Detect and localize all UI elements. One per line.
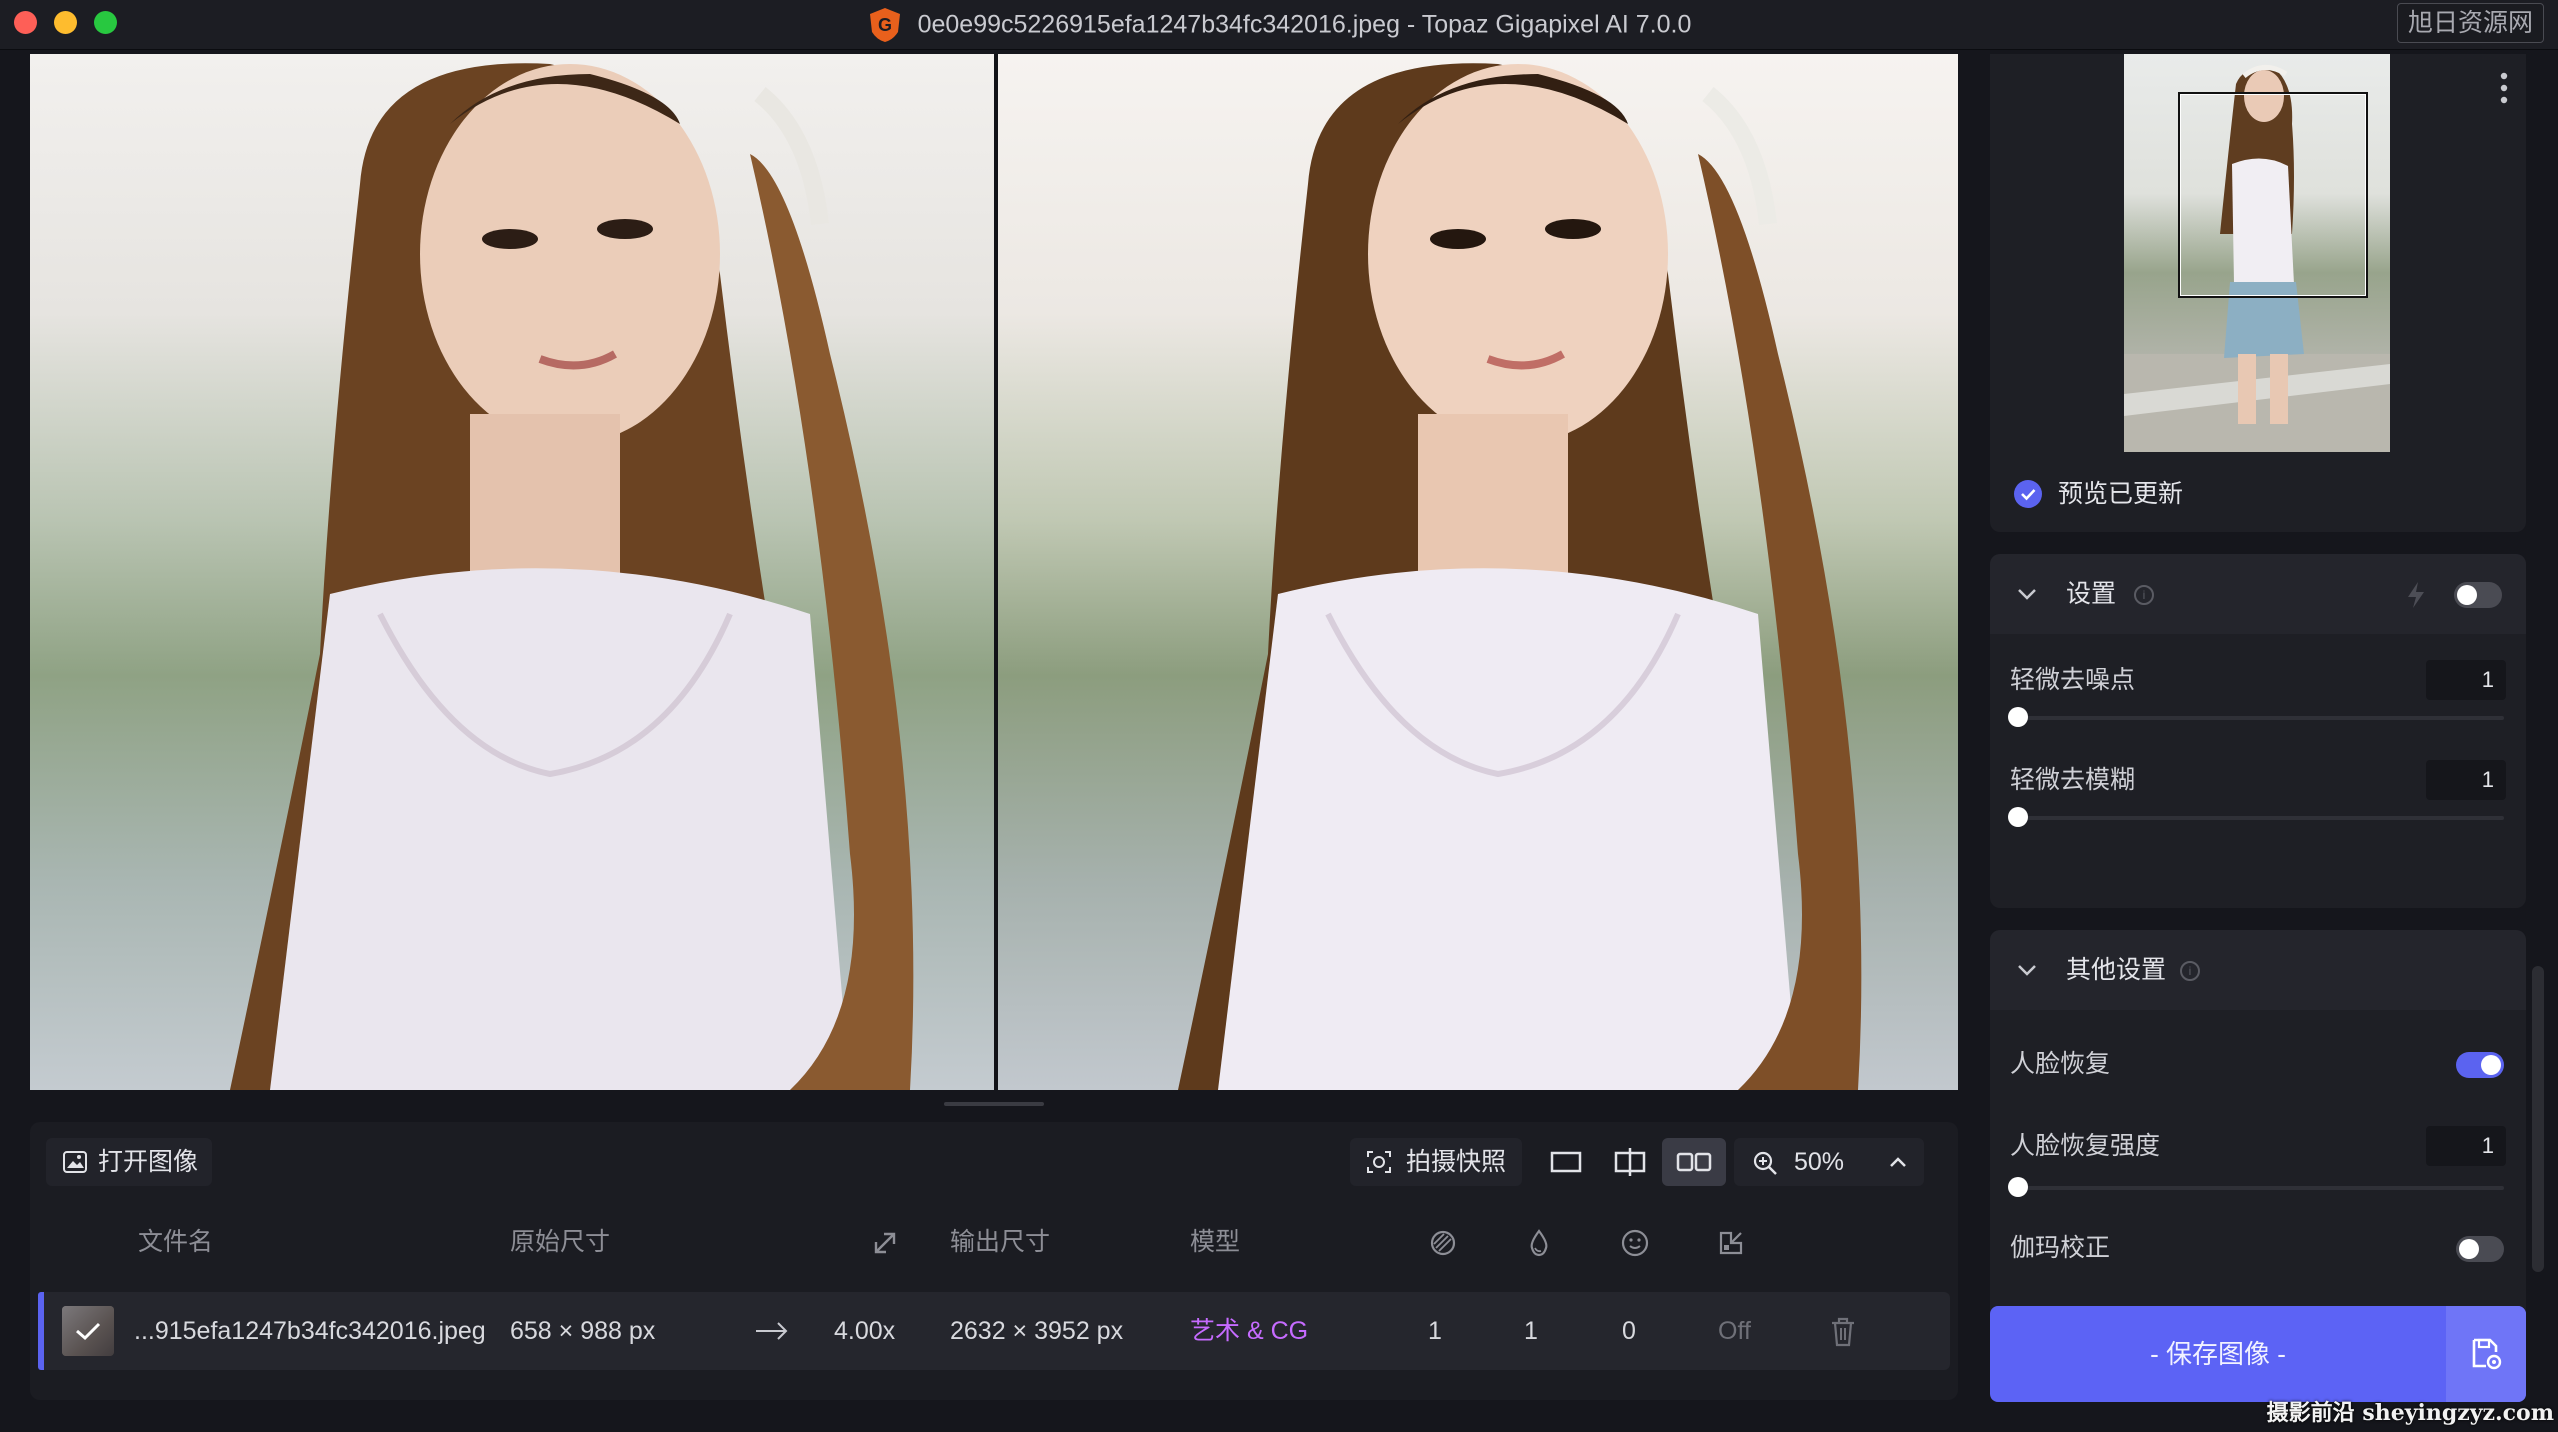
denoise-slider-thumb[interactable] xyxy=(2008,707,2028,727)
face-strength-slider-thumb[interactable] xyxy=(2008,1177,2028,1197)
preview-status-label: 预览已更新 xyxy=(2058,480,2184,508)
app-window: G 0e0e99c5226915efa1247b34fc342016.jpeg … xyxy=(0,0,2558,1432)
more-options-icon[interactable] xyxy=(2500,72,2508,104)
save-options-button[interactable] xyxy=(2446,1306,2526,1402)
row-denoise: 1 xyxy=(1428,1317,1442,1345)
chevron-up-icon[interactable] xyxy=(1888,1152,1908,1172)
gigapixel-app-icon: G xyxy=(869,8,900,42)
row-selected-indicator xyxy=(38,1292,44,1370)
open-image-label: 打开图像 xyxy=(98,1148,199,1176)
split-view-button[interactable] xyxy=(1598,1138,1662,1186)
settings-title: 设置 xyxy=(2066,580,2117,608)
image-icon xyxy=(63,1151,87,1173)
single-view-button[interactable] xyxy=(1534,1138,1598,1186)
face-recovery-label: 人脸恢复 xyxy=(2010,1050,2111,1078)
col-original-size-header: 原始尺寸 xyxy=(510,1228,611,1256)
row-scale: 4.00x xyxy=(834,1317,896,1345)
checkmark-icon xyxy=(76,1322,101,1341)
window-title-area: G 0e0e99c5226915efa1247b34fc342016.jpeg … xyxy=(0,6,2558,44)
deblur-label: 轻微去模糊 xyxy=(2010,766,2136,794)
scale-expand-icon xyxy=(874,1232,896,1254)
deblur-value-input[interactable]: 1 xyxy=(2426,760,2506,800)
chevron-down-icon[interactable] xyxy=(2016,584,2038,604)
color-adjust-icon xyxy=(1719,1231,1743,1255)
row-face: 0 xyxy=(1622,1317,1636,1345)
preview-status: 预览已更新 xyxy=(2014,474,2183,514)
other-settings-card: 其他设置 i 人脸恢复 人脸恢复强度 1 伽玛校正 xyxy=(1990,930,2526,1324)
row-gamma: Off xyxy=(1718,1317,1751,1345)
panel-resize-handle[interactable] xyxy=(944,1102,1044,1106)
col-model-header: 模型 xyxy=(1190,1228,1241,1256)
zoom-control[interactable]: 50% xyxy=(1734,1138,1924,1186)
watermark-text: 摄影前沿 sheyingzyz.com xyxy=(2266,1400,2554,1426)
original-photo xyxy=(30,54,994,1090)
zoom-icon xyxy=(1753,1151,1777,1175)
row-filename: ...915efa1247b34fc342016.jpeg xyxy=(134,1317,486,1345)
row-deblur: 1 xyxy=(1524,1317,1538,1345)
portrait-illustration-right xyxy=(1178,63,1862,1090)
row-thumbnail xyxy=(62,1306,114,1356)
droplet-icon xyxy=(1530,1229,1548,1257)
row-output-size: 2632 × 3952 px xyxy=(950,1317,1124,1345)
col-filename-header: 文件名 xyxy=(138,1228,214,1256)
chevron-down-icon[interactable] xyxy=(2016,960,2038,980)
denoise-label: 轻微去噪点 xyxy=(2010,666,2136,694)
window-title: 0e0e99c5226915efa1247b34fc342016.jpeg - … xyxy=(917,10,1692,39)
settings-toggle[interactable] xyxy=(2454,582,2502,608)
deblur-slider[interactable] xyxy=(2008,807,2504,827)
face-strength-value-input[interactable]: 1 xyxy=(2426,1126,2506,1166)
svg-text:G: G xyxy=(878,15,892,35)
row-model[interactable]: 艺术 & CG xyxy=(1190,1292,1308,1370)
denoise-slider[interactable] xyxy=(2008,707,2504,727)
single-view-icon xyxy=(1550,1151,1582,1173)
split-view-icon xyxy=(1614,1148,1646,1176)
save-settings-icon xyxy=(2472,1338,2502,1370)
other-settings-title: 其他设置 xyxy=(2066,956,2167,984)
side-by-side-view-button[interactable] xyxy=(1662,1138,1726,1186)
face-icon xyxy=(1621,1229,1649,1257)
other-settings-header[interactable]: 其他设置 i xyxy=(1990,930,2526,1010)
arrow-right-icon xyxy=(756,1322,788,1340)
table-row[interactable]: ...915efa1247b34fc342016.jpeg 658 × 988 … xyxy=(38,1292,1950,1370)
camera-icon xyxy=(1367,1151,1391,1173)
save-image-button[interactable]: - 保存图像 - xyxy=(1990,1306,2526,1402)
denoise-icon xyxy=(1430,1230,1456,1256)
info-icon[interactable]: i xyxy=(2134,585,2154,605)
row-original-size: 658 × 988 px xyxy=(510,1317,656,1345)
settings-card: 设置 i 轻微去噪点 1 轻微去模糊 1 xyxy=(1990,554,2526,908)
portrait-illustration-left xyxy=(230,63,914,1090)
view-mode-group xyxy=(1534,1138,1752,1186)
check-circle-icon xyxy=(2014,480,2042,508)
save-image-label: - 保存图像 - xyxy=(2150,1339,2286,1369)
image-queue-panel: 打开图像 拍摄快照 50% 文件名 原始尺寸 输出尺寸 模型 ...915efa… xyxy=(30,1122,1958,1400)
gamma-label: 伽玛校正 xyxy=(2010,1234,2111,1262)
navigator-card: 预览已更新 xyxy=(1990,54,2526,532)
watermark-badge: 旭日资源网 xyxy=(2396,3,2544,43)
sidebar-scrollbar[interactable] xyxy=(2532,966,2544,1272)
title-bar: G 0e0e99c5226915efa1247b34fc342016.jpeg … xyxy=(0,0,2558,50)
navigator-viewport-frame[interactable] xyxy=(2178,92,2368,298)
deblur-slider-thumb[interactable] xyxy=(2008,807,2028,827)
enhanced-photo xyxy=(998,54,1958,1090)
snapshot-label: 拍摄快照 xyxy=(1406,1148,1507,1176)
face-strength-label: 人脸恢复强度 xyxy=(2010,1132,2161,1160)
snapshot-button[interactable]: 拍摄快照 xyxy=(1350,1138,1522,1186)
zoom-value: 50% xyxy=(1794,1148,1845,1176)
trash-icon[interactable] xyxy=(1828,1316,1858,1348)
gamma-toggle[interactable] xyxy=(2456,1236,2504,1262)
face-strength-slider[interactable] xyxy=(2008,1177,2504,1197)
settings-header[interactable]: 设置 i xyxy=(1990,554,2526,634)
side-by-side-icon xyxy=(1676,1152,1712,1172)
original-preview[interactable] xyxy=(30,54,994,1090)
lightning-icon[interactable] xyxy=(2404,580,2428,610)
col-output-size-header: 输出尺寸 xyxy=(950,1228,1051,1256)
enhanced-preview[interactable] xyxy=(998,54,1958,1090)
open-image-button[interactable]: 打开图像 xyxy=(46,1138,212,1186)
denoise-value-input[interactable]: 1 xyxy=(2426,660,2506,700)
face-recovery-toggle[interactable] xyxy=(2456,1052,2504,1078)
info-icon[interactable]: i xyxy=(2180,961,2200,981)
